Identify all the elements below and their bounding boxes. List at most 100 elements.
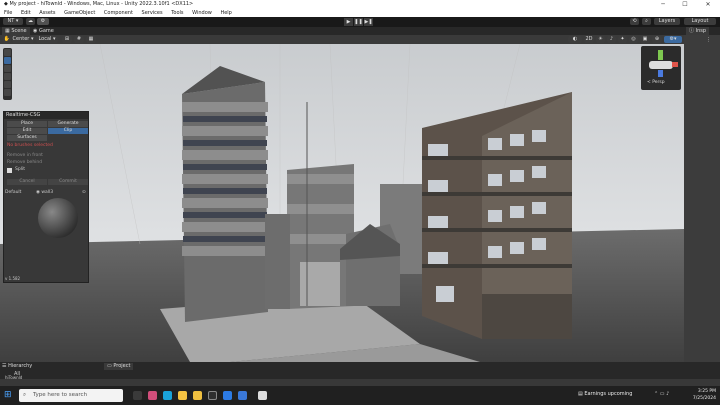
inspector-panel[interactable]: ⋮: [684, 35, 720, 362]
lighting-icon[interactable]: ☀: [596, 36, 605, 43]
csg-place-button[interactable]: Place: [7, 121, 47, 127]
search-icon[interactable]: ⌕: [642, 18, 651, 25]
grid-icon[interactable]: #: [74, 36, 84, 43]
search-icon: ⌕: [23, 392, 27, 398]
hidden-objects-icon[interactable]: ◎: [629, 36, 638, 43]
csg-commit-button[interactable]: Commit: [48, 179, 88, 185]
weather-text: Earnings upcoming: [584, 391, 633, 397]
tab-game-label: Game: [38, 28, 54, 34]
more-icon[interactable]: ⋮: [706, 37, 711, 43]
shading-mode-icon[interactable]: ◐: [568, 36, 582, 43]
audio-icon[interactable]: ♪: [607, 36, 616, 43]
history-icon[interactable]: ⟲: [630, 18, 639, 25]
csg-split-checkbox[interactable]: [7, 168, 12, 173]
layers-dropdown[interactable]: Layers: [654, 18, 680, 25]
bottom-panels: ☰ Hierarchy ▭ Project All hiTownld: [0, 362, 720, 380]
file-explorer-icon[interactable]: [193, 391, 202, 400]
rotate-tool-icon[interactable]: [4, 65, 11, 72]
csg-edit-button[interactable]: Edit: [7, 128, 47, 134]
menu-file[interactable]: File: [4, 10, 12, 16]
copilot-icon[interactable]: [148, 391, 157, 400]
tab-game[interactable]: ◉ Game: [30, 27, 57, 35]
play-button[interactable]: ▶: [344, 18, 353, 26]
menu-assets[interactable]: Assets: [39, 10, 55, 16]
minimize-button[interactable]: ─: [652, 0, 674, 9]
csg-remove-behind[interactable]: Remove behind: [7, 160, 42, 165]
hand-tool-icon[interactable]: ✋: [3, 36, 11, 43]
chrome-icon[interactable]: [178, 391, 187, 400]
cloud-icon[interactable]: ☁: [26, 18, 35, 25]
menu-component[interactable]: Component: [104, 10, 133, 16]
menu-tools[interactable]: Tools: [171, 10, 183, 16]
clock[interactable]: 3:25 PM 7/25/2024: [676, 388, 716, 402]
csg-default-label: Default: [5, 190, 22, 195]
tab-project[interactable]: ▭ Project: [104, 363, 134, 370]
step-button[interactable]: ▶❚: [364, 18, 373, 26]
csg-material-name: wall3: [41, 190, 54, 195]
z-axis-icon[interactable]: [658, 70, 663, 77]
csg-remove-front[interactable]: Remove in front: [7, 153, 43, 158]
task-view-icon[interactable]: [133, 391, 142, 400]
gizmos-icon[interactable]: ⊕: [652, 36, 662, 43]
tab-scene[interactable]: ▦ Scene: [2, 27, 30, 35]
menu-services[interactable]: Services: [142, 10, 163, 16]
tab-inspector-label: Insp: [695, 28, 707, 34]
csg-surfaces-button[interactable]: Surfaces: [7, 135, 47, 141]
realtime-csg-panel: Realtime-CSG Place Generate Edit Clip Su…: [3, 111, 89, 283]
gizmo-cube[interactable]: [649, 61, 673, 69]
hierarchy-scene-item[interactable]: hiTownld: [5, 376, 22, 380]
csg-generate-button[interactable]: Generate: [48, 121, 88, 127]
perspective-label[interactable]: < Persp: [647, 80, 665, 85]
material-picker-icon[interactable]: ⊙: [82, 190, 86, 195]
gizmos-dropdown[interactable]: ⚙▾: [664, 36, 682, 43]
mode-2d-toggle[interactable]: 2D: [584, 36, 594, 43]
csg-cancel-button[interactable]: Cancel: [7, 179, 47, 185]
space-dropdown[interactable]: Local ▾: [36, 36, 58, 43]
scene-toolbar: ✋ Center ▾ Local ▾ ⊞ # ▦ ◐ 2D ☀ ♪ ✦ ◎ ▣ …: [0, 35, 684, 44]
outlook-icon[interactable]: [238, 391, 247, 400]
increment-icon[interactable]: ▦: [86, 36, 96, 43]
tab-inspector[interactable]: ⓘ Insp: [686, 27, 710, 35]
layout-dropdown[interactable]: Layout: [684, 18, 716, 25]
project-label: Project: [113, 363, 131, 369]
windows-start-icon[interactable]: ⊞: [4, 390, 12, 400]
menu-window[interactable]: Window: [192, 10, 212, 16]
menu-edit[interactable]: Edit: [21, 10, 31, 16]
mail-icon[interactable]: [223, 391, 232, 400]
rect-tool-icon[interactable]: [4, 81, 11, 88]
collab-icon[interactable]: ⚙: [37, 18, 49, 25]
csg-clip-button[interactable]: Clip: [48, 128, 88, 134]
store-icon[interactable]: [208, 391, 217, 400]
tab-hierarchy[interactable]: ☰ Hierarchy: [2, 363, 32, 370]
taskbar-search[interactable]: ⌕ Type here to search: [19, 389, 123, 402]
edge-icon[interactable]: [163, 391, 172, 400]
weather-widget[interactable]: ▤ Earnings upcoming: [578, 391, 632, 397]
transform-tool-icon[interactable]: [4, 89, 11, 96]
pause-button[interactable]: ❚❚: [354, 18, 363, 26]
menu-help[interactable]: Help: [220, 10, 231, 16]
x-axis-icon[interactable]: [672, 62, 678, 67]
y-axis-icon[interactable]: [658, 50, 663, 60]
view-tool-icon[interactable]: [4, 49, 11, 56]
effects-icon[interactable]: ✦: [618, 36, 627, 43]
snap-icon[interactable]: ⊞: [62, 36, 72, 43]
taskbar-search-placeholder: Type here to search: [33, 392, 88, 398]
camera-icon[interactable]: ▣: [640, 36, 650, 43]
close-button[interactable]: ✕: [697, 0, 719, 9]
orientation-gizmo[interactable]: < Persp: [641, 46, 681, 90]
csg-warning: No brushes selected: [7, 143, 53, 148]
move-tool-icon[interactable]: [4, 57, 11, 64]
system-tray-icons[interactable]: ⌃ ▭ ♪: [654, 391, 669, 397]
menu-bar: File Edit Assets GameObject Component Se…: [0, 9, 720, 17]
pivot-dropdown[interactable]: Center ▾: [12, 36, 34, 43]
menu-gameobject[interactable]: GameObject: [64, 10, 95, 16]
account-dropdown[interactable]: NT ▾: [3, 18, 23, 25]
main-toolbar: NT ▾ ☁ ⚙ ▶ ❚❚ ▶❚ ⟲ ⌕ Layers Layout: [0, 17, 720, 27]
unity-taskbar-icon[interactable]: [258, 391, 267, 400]
scale-tool-icon[interactable]: [4, 73, 11, 80]
scene-viewport[interactable]: [0, 44, 684, 362]
scene-render[interactable]: [0, 44, 684, 362]
csg-material-field[interactable]: ◉ wall3: [36, 190, 53, 195]
maximize-button[interactable]: ☐: [674, 0, 696, 9]
windows-taskbar: ⊞ ⌕ Type here to search ▤ Earnings upcom…: [0, 386, 720, 405]
